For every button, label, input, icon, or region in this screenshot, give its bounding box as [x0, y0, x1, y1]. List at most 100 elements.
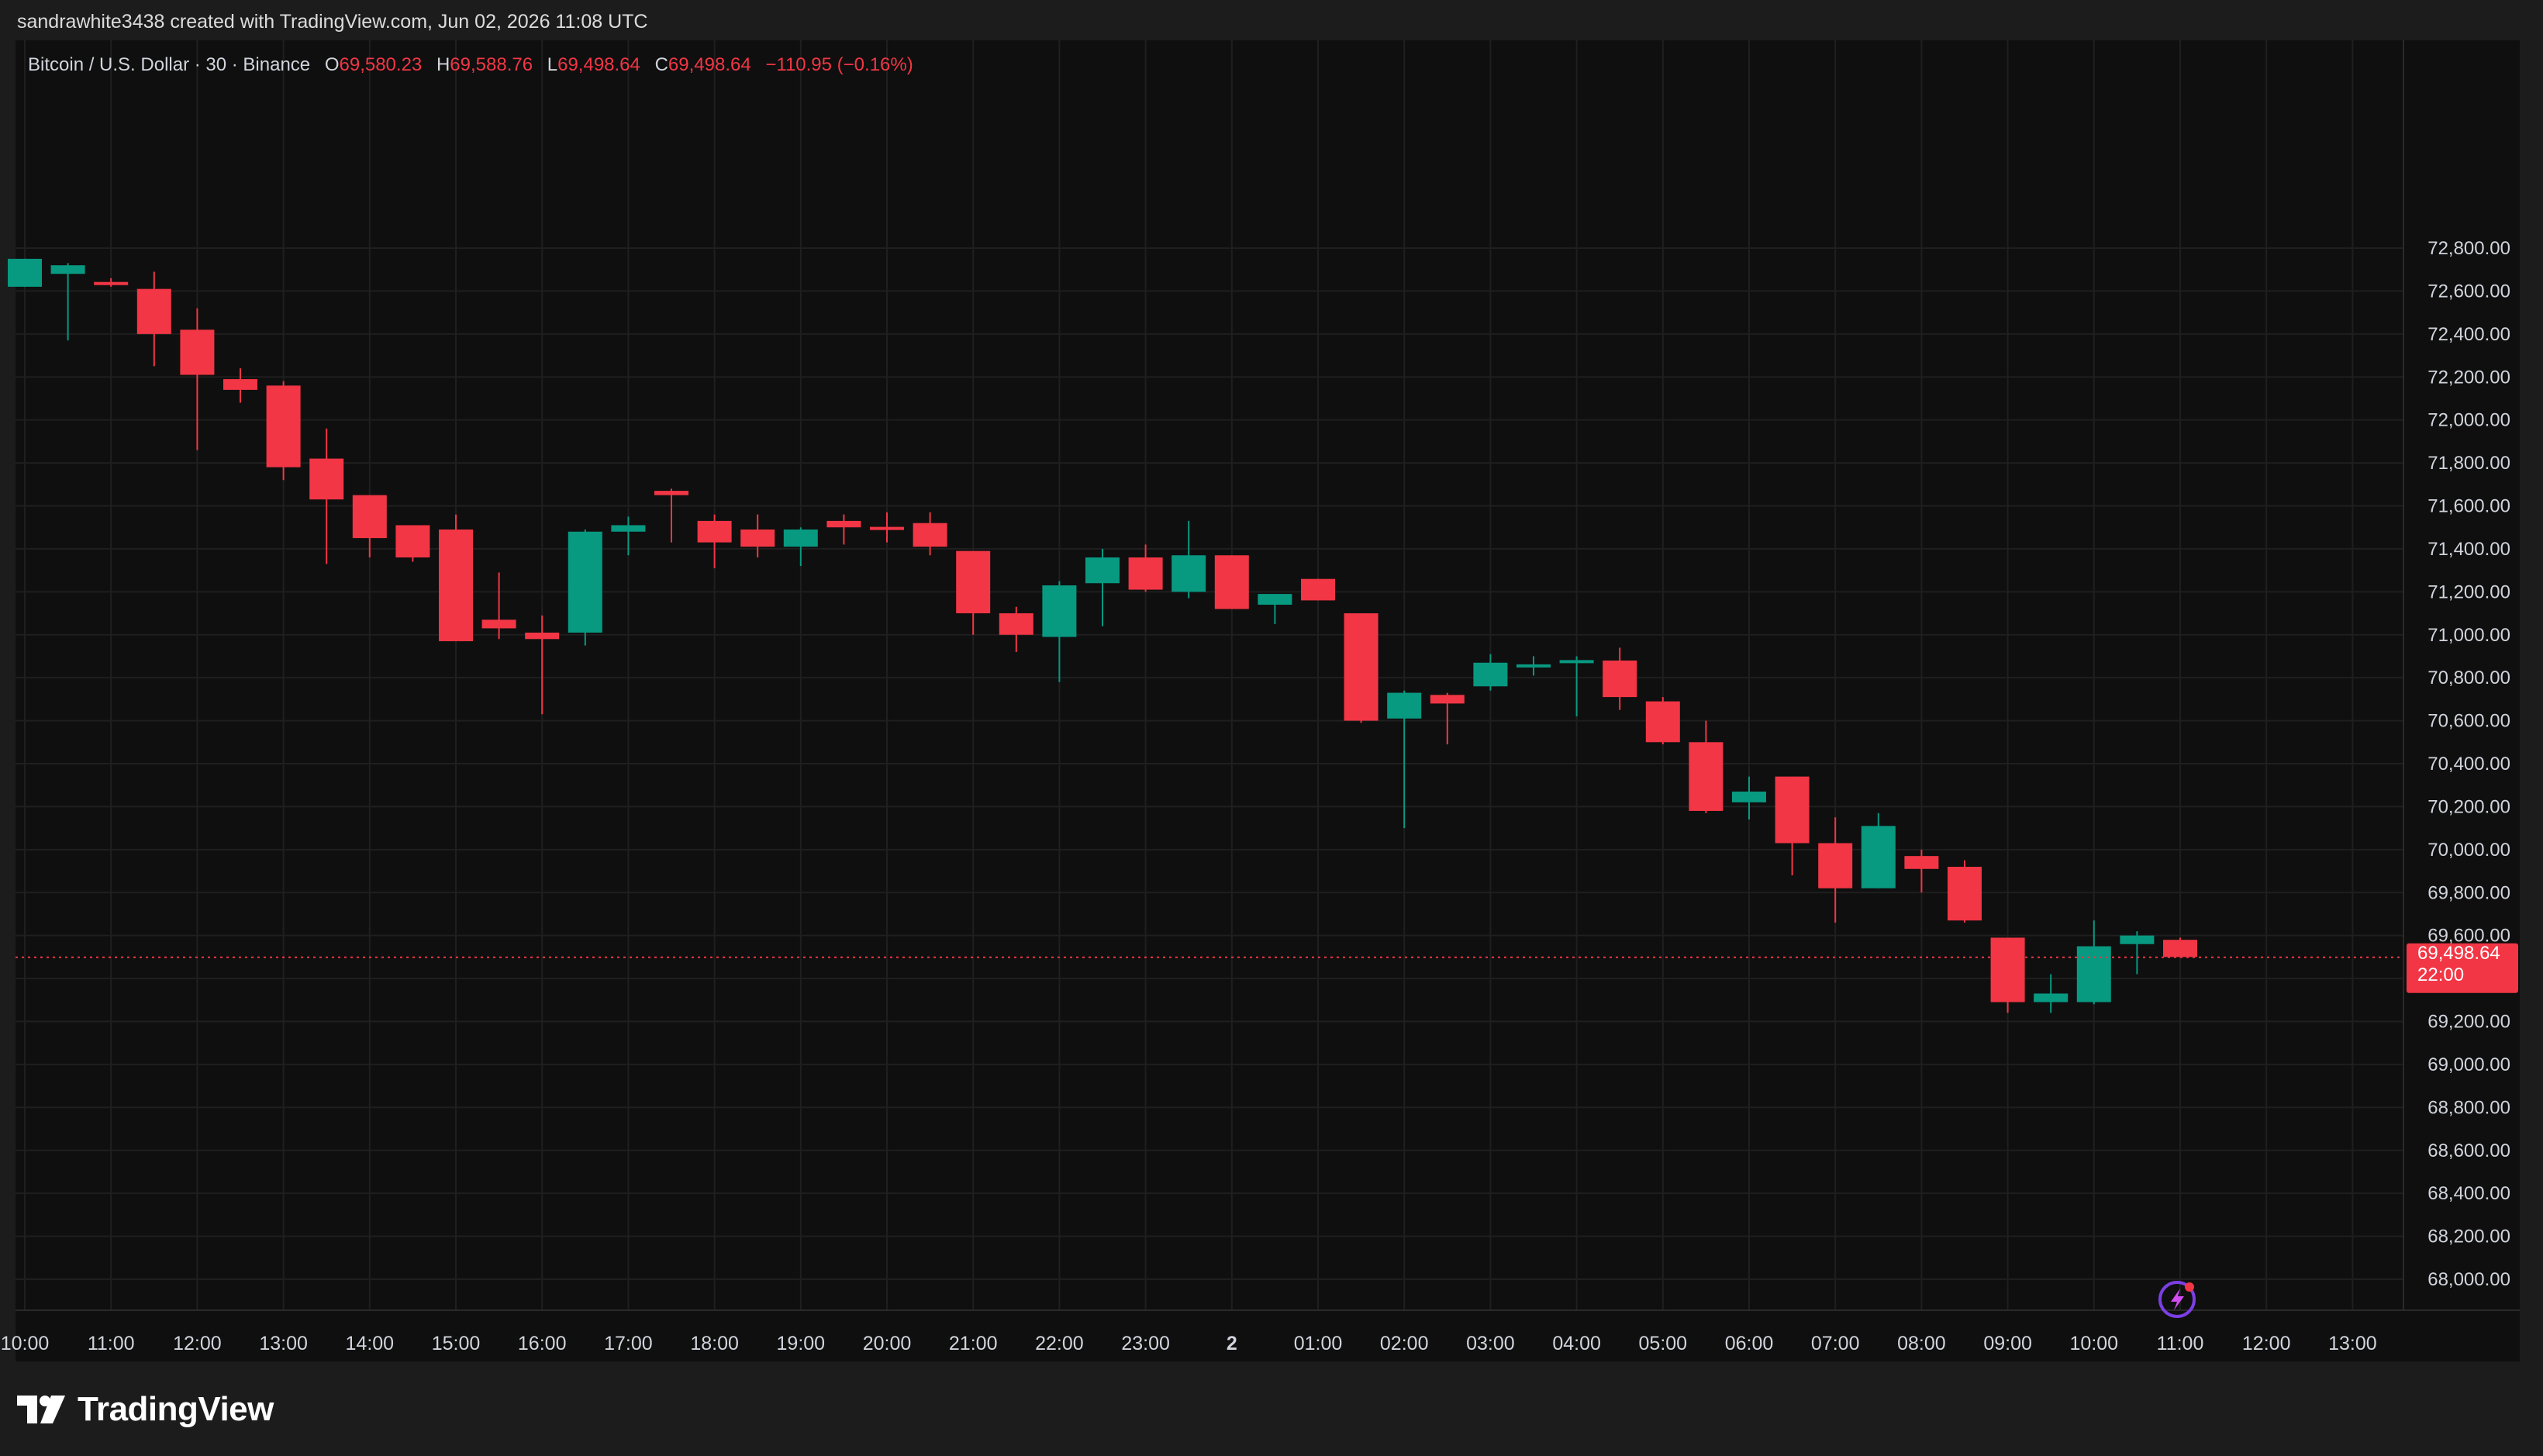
candle-body: [309, 458, 344, 500]
time-tick-label: 10:00: [1, 1333, 50, 1354]
time-tick-label: 23:00: [1121, 1333, 1170, 1354]
price-tick-label: 72,000.00: [2427, 410, 2510, 431]
candle: [568, 529, 602, 646]
candle-body: [568, 531, 602, 633]
candle: [266, 381, 301, 481]
legend-open: 69,580.23: [339, 54, 423, 75]
legend-close-label: C: [654, 54, 668, 75]
candle-body: [1990, 937, 2025, 1002]
candle-body: [1085, 557, 1120, 584]
footer: [0, 1361, 2543, 1456]
badge-price: 69,498.64: [2417, 943, 2500, 964]
candle-body: [395, 525, 430, 557]
candle-body: [1645, 701, 1680, 743]
candle-body: [266, 385, 301, 468]
time-tick-label: 03:00: [1466, 1333, 1515, 1354]
candle-body: [2163, 940, 2197, 957]
candle-body: [50, 265, 85, 274]
candle-body: [1732, 792, 1766, 802]
candle: [1948, 860, 1982, 923]
time-tick-label: 17:00: [604, 1333, 653, 1354]
candle-body: [697, 520, 732, 543]
time-tick-label: 20:00: [863, 1333, 912, 1354]
tradingview-logo[interactable]: TradingView: [17, 1388, 274, 1431]
candle-body: [999, 613, 1033, 635]
price-tick-label: 70,200.00: [2427, 796, 2510, 817]
time-tick-label: 08:00: [1897, 1333, 1946, 1354]
legend-open-label: O: [324, 54, 340, 75]
price-tick-label: 71,400.00: [2427, 539, 2510, 560]
legend-close: 69,498.64: [668, 54, 751, 75]
price-tick-label: 70,600.00: [2427, 711, 2510, 732]
candle-body: [2076, 946, 2111, 1002]
candle-body: [481, 619, 516, 629]
price-tick-label: 71,200.00: [2427, 581, 2510, 602]
candle-body: [1171, 555, 1206, 592]
candle-body: [826, 520, 861, 528]
candle: [1301, 578, 1335, 601]
price-tick-label: 69,200.00: [2427, 1012, 2510, 1033]
time-tick-label: 12:00: [173, 1333, 222, 1354]
candle-body: [1861, 826, 1896, 888]
time-tick-label: 09:00: [1983, 1333, 2032, 1354]
price-tick-label: 68,600.00: [2427, 1140, 2510, 1161]
candle-body: [740, 529, 775, 547]
candle-body: [783, 529, 818, 547]
legend-high-label: H: [436, 54, 450, 75]
price-tick-label: 68,400.00: [2427, 1183, 2510, 1204]
candle: [395, 525, 430, 562]
time-tick-label: 14:00: [346, 1333, 395, 1354]
candle: [1990, 937, 2025, 1013]
candle-body: [180, 329, 215, 375]
time-tick-label: 13:00: [259, 1333, 308, 1354]
candle-body: [1128, 557, 1163, 590]
price-tick-label: 69,800.00: [2427, 882, 2510, 903]
candle-body: [1387, 692, 1422, 719]
time-tick-label: 06:00: [1725, 1333, 1774, 1354]
candle-body: [1214, 555, 1249, 609]
candle-body: [2120, 935, 2155, 944]
badge-countdown: 22:00: [2417, 964, 2464, 985]
tradingview-logo-icon: [17, 1396, 65, 1423]
last-price-badge: 69,498.64 22:00: [2407, 943, 2518, 993]
candle-body: [439, 529, 473, 642]
candle-body: [1603, 661, 1637, 698]
tradingview-logo-text: TradingView: [78, 1390, 274, 1428]
candle-body: [956, 550, 991, 614]
candlestick-chart[interactable]: 72,800.00 72,600.00 72,400.00 72,200.00 72,0…: [0, 0, 2543, 1361]
price-tick-label: 72,200.00: [2427, 367, 2510, 388]
price-tick-label: 71,800.00: [2427, 453, 2510, 474]
candle: [8, 258, 42, 287]
candle: [1645, 697, 1680, 745]
candle-body: [654, 491, 688, 495]
candle-body: [223, 379, 257, 390]
candle-body: [1516, 664, 1551, 668]
candle-body: [1258, 594, 1292, 605]
candle-body: [1042, 585, 1077, 637]
price-tick-label: 70,000.00: [2427, 840, 2510, 861]
time-tick-label: 2: [1227, 1333, 1237, 1354]
candle-body: [8, 258, 42, 287]
time-tick-label: 18:00: [690, 1333, 739, 1354]
candle-body: [870, 526, 904, 530]
candle-body: [1344, 613, 1378, 721]
price-tick-label: 70,400.00: [2427, 754, 2510, 775]
time-tick-label: 21:00: [949, 1333, 998, 1354]
legend-symbol: Bitcoin / U.S. Dollar · 30 · Binance: [28, 54, 311, 75]
time-tick-label: 04:00: [1552, 1333, 1601, 1354]
candle: [439, 514, 473, 642]
time-tick-label: 13:00: [2328, 1333, 2377, 1354]
price-tick-label: 72,400.00: [2427, 324, 2510, 345]
candle: [1344, 613, 1378, 723]
time-tick-label: 11:00: [88, 1333, 135, 1354]
time-tick-label: 11:00: [2157, 1333, 2204, 1354]
candle-body: [1904, 856, 1939, 869]
chart-background: [16, 40, 2520, 1361]
time-tick-label: 07:00: [1811, 1333, 1860, 1354]
time-tick-label: 22:00: [1035, 1333, 1084, 1354]
time-tick-label: 02:00: [1380, 1333, 1429, 1354]
candle-body: [913, 523, 947, 547]
price-tick-label: 69,000.00: [2427, 1054, 2510, 1075]
candle-body: [352, 495, 387, 539]
price-tick-label: 71,000.00: [2427, 625, 2510, 646]
